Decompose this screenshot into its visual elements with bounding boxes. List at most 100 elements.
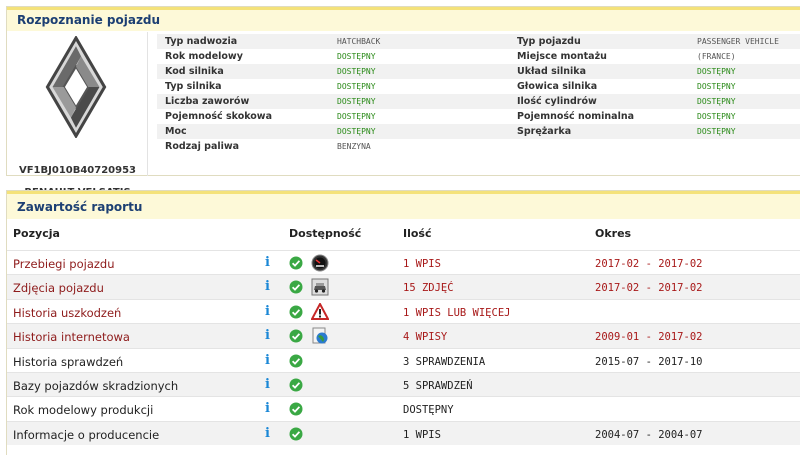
- row-period: 2015-07 - 2017-10: [595, 355, 703, 368]
- spec-row: Typ nadwozia HATCHBACK Typ pojazdu PASSENGE…: [157, 34, 800, 49]
- spec-label: Głowica silnika: [517, 81, 598, 92]
- row-quantity: 5 SPRAWDZEŃ: [403, 379, 473, 392]
- check-circle-icon: [289, 329, 303, 343]
- spec-row: Kod silnika DOSTĘPNY Układ silnika DOSTĘPNY: [157, 64, 800, 79]
- table-row[interactable]: Historia sprawdzeń i 3 SPRAWDZENIA 2015-07 …: [7, 347, 800, 372]
- table-row[interactable]: Historia internetowa i 4 WPISY 2009-01 - 20…: [7, 323, 800, 348]
- check-circle-icon: [289, 256, 303, 270]
- spec-label: Typ silnika: [165, 81, 222, 92]
- row-quantity: 1 WPIS LUB WIĘCEJ: [403, 306, 511, 319]
- spec-value: (FRANCE): [697, 52, 736, 61]
- odometer-icon: [311, 254, 329, 272]
- spec-value: DOSTĘPNY: [697, 97, 736, 106]
- check-circle-icon: [289, 402, 303, 416]
- globe-icon: [312, 327, 328, 344]
- spec-label: [517, 139, 697, 154]
- report-table: Przebiegi pojazdu i 1 WPIS 2017-02 - 2017-0…: [7, 250, 800, 446]
- info-icon[interactable]: i: [265, 255, 275, 270]
- spec-label: Pojemność nominalna: [517, 111, 635, 122]
- spec-value: DOSTĘPNY: [337, 82, 376, 91]
- panel-title: Rozpoznanie pojazdu: [7, 7, 800, 31]
- info-icon[interactable]: i: [265, 353, 275, 368]
- spec-value: DOSTĘPNY: [697, 82, 736, 91]
- row-name[interactable]: Historia uszkodzeń: [13, 306, 121, 320]
- spec-value: DOSTĘPNY: [337, 127, 376, 136]
- spec-row: Pojemność skokowa DOSTĘPNY Pojemność nomin…: [157, 109, 800, 124]
- row-period: 2009-01 - 2017-02: [595, 331, 703, 344]
- table-row[interactable]: Historia uszkodzeń i 1 WPIS LUB WIĘCEJ: [7, 298, 800, 323]
- vehicle-summary: VF1BJ010B40720953 RENAULT VELSATIS: [7, 32, 148, 198]
- spec-label: Miejsce montażu: [517, 51, 607, 62]
- spec-value: PASSENGER VEHICLE: [697, 37, 779, 46]
- vehicle-identification-panel: Rozpoznanie pojazdu VF1BJ010B40720953 RE…: [6, 6, 800, 198]
- car-photo-icon: [311, 278, 329, 296]
- spec-value: DOSTĘPNY: [697, 67, 736, 76]
- column-header-availability: Dostępność: [289, 227, 362, 240]
- row-name[interactable]: Informacje o producencie: [13, 428, 159, 442]
- spec-label: Sprężarka: [517, 126, 572, 137]
- spec-label: Rodzaj paliwa: [165, 141, 240, 152]
- info-icon[interactable]: i: [265, 377, 275, 392]
- row-quantity: 1 WPIS: [403, 428, 441, 441]
- table-row[interactable]: Przebiegi pojazdu i 1 WPIS 2017-02 - 2017-0…: [7, 250, 800, 274]
- spec-label: Typ pojazdu: [517, 36, 581, 47]
- spec-value: DOSTĘPNY: [697, 112, 736, 121]
- spec-row: Rok modelowy DOSTĘPNY Miejsce montażu (FRAN…: [157, 49, 800, 64]
- spec-value: DOSTĘPNY: [337, 52, 376, 61]
- panel-title: Zawartość raportu: [7, 191, 800, 219]
- spec-value: DOSTĘPNY: [697, 127, 736, 136]
- spec-label: Moc: [165, 126, 187, 137]
- row-quantity: 3 SPRAWDZENIA: [403, 355, 486, 368]
- spec-value: BENZYNA: [337, 142, 371, 151]
- info-icon[interactable]: i: [265, 401, 275, 416]
- info-icon[interactable]: i: [265, 279, 275, 294]
- spec-label: Rok modelowy: [165, 51, 243, 62]
- spec-label: Kod silnika: [165, 66, 224, 77]
- row-name[interactable]: Przebiegi pojazdu: [13, 257, 115, 271]
- spec-label: Typ nadwozia: [165, 36, 238, 47]
- spec-label: Ilość cylindrów: [517, 96, 597, 107]
- table-row[interactable]: Zdjęcia pojazdu i 15 ZDJĘĆ 2017-02 - 2017-0…: [7, 274, 800, 299]
- spec-value: HATCHBACK: [337, 37, 381, 46]
- report-contents-panel: Zawartość raportu Pozycja Dostępność Ilo…: [6, 190, 800, 455]
- table-row[interactable]: Rok modelowy produkcji i DOSTĘPNY: [7, 396, 800, 420]
- column-header-quantity: Ilość: [403, 227, 432, 240]
- spec-label: Pojemność skokowa: [165, 111, 272, 122]
- spec-label: Układ silnika: [517, 66, 586, 77]
- row-quantity: DOSTĘPNY: [403, 404, 454, 417]
- row-quantity: 1 WPIS: [403, 258, 441, 270]
- check-circle-icon: [289, 354, 303, 368]
- spec-table: Typ nadwozia HATCHBACK Typ pojazdu PASSENGE…: [157, 34, 800, 154]
- row-period: 2017-02 - 2017-02: [595, 258, 703, 270]
- spec-value: DOSTĘPNY: [337, 112, 376, 121]
- info-icon[interactable]: i: [265, 328, 275, 343]
- spec-row: Typ silnika DOSTĘPNY Głowica silnika DOSTĘP…: [157, 79, 800, 94]
- row-quantity: 4 WPISY: [403, 331, 448, 344]
- vin-number: VF1BJ010B40720953: [18, 165, 137, 176]
- table-row[interactable]: Bazy pojazdów skradzionych i 5 SPRAWDZEŃ: [7, 371, 800, 397]
- row-quantity: 15 ZDJĘĆ: [403, 282, 454, 295]
- check-circle-icon: [289, 305, 303, 319]
- row-name[interactable]: Historia internetowa: [13, 330, 130, 344]
- row-period: 2017-02 - 2017-02: [595, 282, 703, 295]
- row-name[interactable]: Rok modelowy produkcji: [13, 403, 153, 417]
- spec-value: [697, 139, 800, 154]
- spec-value: DOSTĘPNY: [337, 97, 376, 106]
- spec-row: Moc DOSTĘPNY Sprężarka DOSTĘPNY: [157, 124, 800, 139]
- warning-icon: [311, 302, 329, 320]
- spec-label: Liczba zaworów: [165, 96, 250, 107]
- spec-row: Rodzaj paliwa BENZYNA: [157, 139, 800, 154]
- row-name[interactable]: Bazy pojazdów skradzionych: [13, 379, 178, 393]
- check-circle-icon: [289, 378, 303, 392]
- column-header-position: Pozycja: [13, 227, 60, 240]
- spec-value: DOSTĘPNY: [337, 67, 376, 76]
- column-header-period: Okres: [595, 227, 632, 240]
- spec-row: Liczba zaworów DOSTĘPNY Ilość cylindrów DOS…: [157, 94, 800, 109]
- check-circle-icon: [289, 280, 303, 294]
- row-name[interactable]: Zdjęcia pojazdu: [13, 281, 104, 295]
- row-name[interactable]: Historia sprawdzeń: [13, 355, 123, 369]
- table-row[interactable]: Informacje o producencie i 1 WPIS 2004-07 -…: [7, 420, 800, 446]
- info-icon[interactable]: i: [265, 426, 275, 441]
- info-icon[interactable]: i: [265, 304, 275, 319]
- check-circle-icon: [289, 427, 303, 441]
